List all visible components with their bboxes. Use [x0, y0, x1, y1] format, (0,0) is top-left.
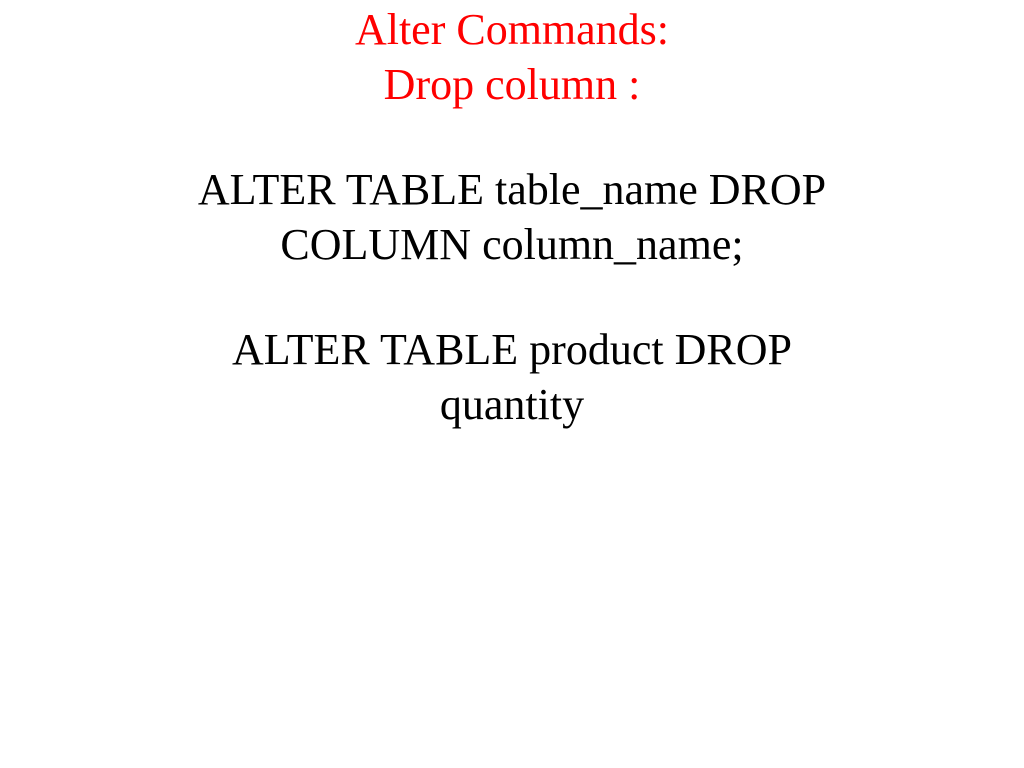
example-block: ALTER TABLE product DROP quantity: [0, 322, 1024, 432]
slide-heading-line2: Drop column :: [0, 57, 1024, 112]
slide-heading-line1: Alter Commands:: [0, 2, 1024, 57]
example-line2: quantity: [0, 377, 1024, 432]
syntax-line2: COLUMN column_name;: [0, 217, 1024, 272]
slide-container: Alter Commands: Drop column : ALTER TABL…: [0, 0, 1024, 768]
syntax-block: ALTER TABLE table_name DROP COLUMN colum…: [0, 162, 1024, 272]
example-line1: ALTER TABLE product DROP: [0, 322, 1024, 377]
syntax-line1: ALTER TABLE table_name DROP: [0, 162, 1024, 217]
